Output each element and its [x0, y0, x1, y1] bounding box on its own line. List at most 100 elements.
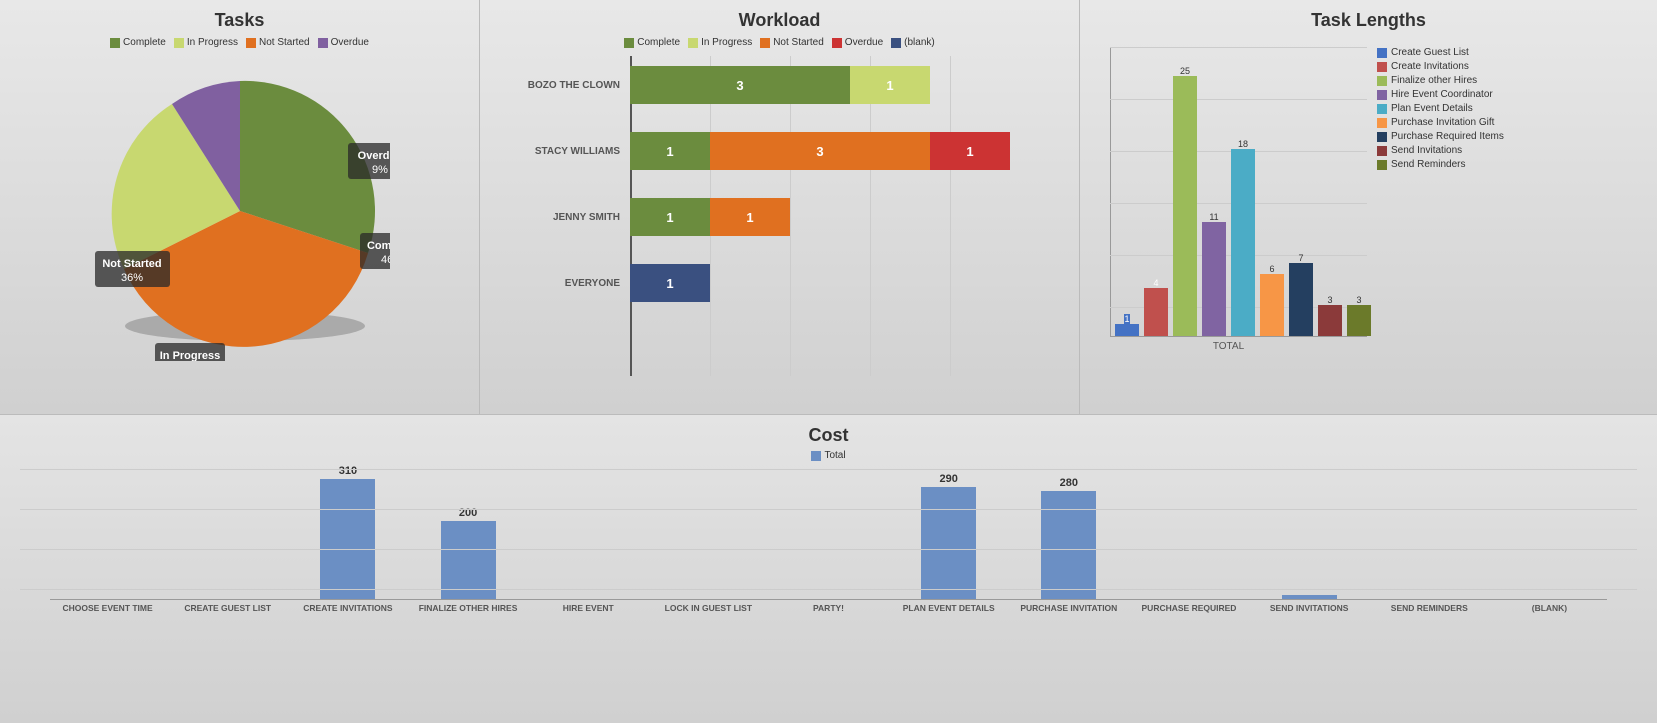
- cost-rect-purchaseinv: [1041, 491, 1096, 599]
- tl-rect-2: [1144, 288, 1168, 336]
- tl-rect-4: [1202, 222, 1226, 336]
- tl-rect-8: [1318, 305, 1342, 336]
- tl-bar-send-rem: 3: [1347, 295, 1371, 336]
- cost-label-purchaseinv: PURCHASE INVITATION: [1011, 603, 1126, 613]
- cost-chart-container: 310 200: [20, 469, 1637, 613]
- tl-rect-7: [1289, 263, 1313, 336]
- notstarted-dot: [246, 38, 256, 48]
- tl-legend-label-2: Create Invitations: [1391, 61, 1469, 72]
- tl-bar-finalize: 25: [1173, 66, 1197, 336]
- cost-bar-plan: 290: [891, 473, 1006, 599]
- tl-val-3: 25: [1180, 66, 1190, 76]
- wl-notstarted-label: Not Started: [773, 37, 824, 48]
- tl-legend-item-3: Finalize other Hires: [1377, 75, 1637, 86]
- wl-blank-label: (blank): [904, 37, 935, 48]
- cost-rect-finalize: [441, 521, 496, 599]
- jenny-complete-bar: 1: [630, 198, 710, 236]
- tl-rect-1: [1115, 324, 1139, 336]
- cost-bar-createinv: 310: [290, 465, 405, 599]
- tl-legend-dot-3: [1377, 76, 1387, 86]
- cost-panel: Cost Total: [0, 415, 1657, 723]
- tl-legend-dot-9: [1377, 160, 1387, 170]
- tl-xaxis: [1110, 336, 1367, 337]
- tl-bar-plan: 18: [1231, 139, 1255, 336]
- cost-label-purchasereq: PURCHASE REQUIRED: [1131, 603, 1246, 613]
- workload-row-stacy: STACY WILLIAMS 1 3 1: [630, 132, 1069, 170]
- workload-row-everyone: EVERYONE 1: [630, 264, 1069, 302]
- bozo-complete-bar: 3: [630, 66, 850, 104]
- tl-rect-6: [1260, 274, 1284, 336]
- cost-label-sendinv: SEND INVITATIONS: [1252, 603, 1367, 613]
- wl-overdue-dot: [832, 38, 842, 48]
- tl-legend-dot-5: [1377, 104, 1387, 114]
- cost-rect-sendinv: [1282, 595, 1337, 599]
- tl-legend-label-7: Purchase Required Items: [1391, 131, 1504, 142]
- dashboard: Tasks Complete In Progress Not Started O…: [0, 0, 1657, 723]
- bozo-inprogress-bar: 1: [850, 66, 930, 104]
- cost-val-plan: 290: [939, 473, 957, 485]
- cost-label-finalize: FINALIZE OTHER HIRES: [410, 603, 525, 613]
- tl-legend-label-6: Purchase Invitation Gift: [1391, 117, 1494, 128]
- tl-val-6: 6: [1269, 264, 1274, 274]
- stacy-label: STACY WILLIAMS: [490, 146, 620, 157]
- tl-legend-dot-1: [1377, 48, 1387, 58]
- complete-label: Complete: [123, 37, 166, 48]
- wl-blank-dot: [891, 38, 901, 48]
- wl-inprogress-label: In Progress: [701, 37, 752, 48]
- wl-legend-inprogress: In Progress: [688, 37, 752, 48]
- tl-legend-item-5: Plan Event Details: [1377, 103, 1637, 114]
- cost-bar-sendinv: [1252, 595, 1367, 599]
- tasklengths-chart: 1 4 25 11: [1090, 37, 1647, 377]
- stacy-notstarted-bar: 3: [710, 132, 930, 170]
- bozo-label: BOZO THE CLOWN: [490, 80, 620, 91]
- workload-chart: BOZO THE CLOWN 3 1 STACY WILLIAMS 1 3 1 …: [490, 56, 1069, 396]
- wl-legend-overdue: Overdue: [832, 37, 883, 48]
- tl-bar-create-inv: 4: [1144, 278, 1168, 336]
- tl-val-8: 3: [1327, 295, 1332, 305]
- tl-val-9: 3: [1356, 295, 1361, 305]
- tl-rect-3: [1173, 76, 1197, 336]
- workload-title: Workload: [490, 10, 1069, 31]
- cost-label-blank: (BLANK): [1492, 603, 1607, 613]
- overdue-label: Overdue: [331, 37, 369, 48]
- everyone-blank-bar: 1: [630, 264, 710, 302]
- tl-legend-label-3: Finalize other Hires: [1391, 75, 1477, 86]
- tl-legend-item-2: Create Invitations: [1377, 61, 1637, 72]
- svg-text:Complete: Complete: [366, 240, 389, 252]
- cost-labels-row: CHOOSE EVENT TIME CREATE GUEST LIST CREA…: [20, 600, 1637, 613]
- tl-bar-purchase-inv: 6: [1260, 264, 1284, 336]
- cost-grid-1: [20, 509, 1637, 510]
- tl-legend-label-1: Create Guest List: [1391, 47, 1469, 58]
- top-row: Tasks Complete In Progress Not Started O…: [0, 0, 1657, 415]
- cost-label-lock: LOCK IN GUEST LIST: [651, 603, 766, 613]
- tl-rect-9: [1347, 305, 1371, 336]
- svg-text:In Progress: In Progress: [159, 350, 220, 361]
- workload-legend: Complete In Progress Not Started Overdue…: [490, 37, 1069, 48]
- tl-legend-item-7: Purchase Required Items: [1377, 131, 1637, 142]
- tl-val-1: 1: [1124, 314, 1129, 324]
- everyone-label: EVERYONE: [490, 278, 620, 289]
- tl-bar-hire: 11: [1202, 212, 1226, 336]
- tl-legend: Create Guest List Create Invitations Fin…: [1377, 47, 1637, 173]
- cost-bar-finalize: 200: [410, 507, 525, 599]
- svg-text:36%: 36%: [120, 272, 142, 284]
- pie-chart: Overdue 9% Complete 46% Not Started 36% …: [90, 61, 390, 361]
- cost-label-guestlist: CREATE GUEST LIST: [170, 603, 285, 613]
- tl-legend-label-5: Plan Event Details: [1391, 103, 1473, 114]
- svg-text:9%: 9%: [372, 164, 388, 176]
- inprogress-dot: [174, 38, 184, 48]
- tl-val-7: 7: [1298, 253, 1303, 263]
- cost-val-createinv: 310: [339, 465, 357, 477]
- cost-grid-3: [20, 589, 1637, 590]
- wl-legend-blank: (blank): [891, 37, 935, 48]
- cost-bars-row: 310 200: [20, 469, 1637, 599]
- tl-val-4: 11: [1209, 212, 1218, 222]
- tl-bar-send-inv: 3: [1318, 295, 1342, 336]
- cost-legend: Total: [20, 450, 1637, 461]
- tasks-panel: Tasks Complete In Progress Not Started O…: [0, 0, 480, 414]
- tl-bars: 1 4 25 11: [1115, 66, 1367, 336]
- complete-dot: [110, 38, 120, 48]
- tl-legend-item-9: Send Reminders: [1377, 159, 1637, 170]
- cost-label-plan: PLAN EVENT DETAILS: [891, 603, 1006, 613]
- wl-complete-label: Complete: [637, 37, 680, 48]
